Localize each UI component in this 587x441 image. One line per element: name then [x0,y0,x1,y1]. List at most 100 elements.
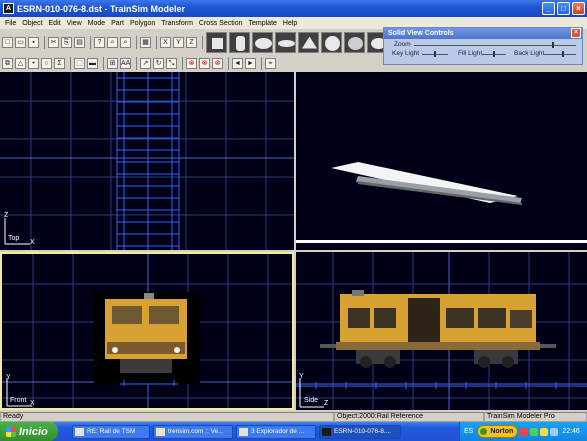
side-axis-h-label: Z [324,400,329,407]
select-polygon-icon[interactable]: ⧉ [2,58,13,69]
menu-object[interactable]: Object [19,20,45,27]
box-shape-icon[interactable] [206,31,227,53]
language-indicator[interactable]: ES [464,428,473,435]
fill-light-thumb[interactable] [493,51,495,57]
menu-file[interactable]: File [2,20,19,27]
viewport-solid[interactable] [296,72,587,250]
paste-icon[interactable]: ▤ [74,36,85,48]
sphere-shape-icon[interactable] [321,31,342,53]
menu-help[interactable]: Help [280,20,300,27]
window-title: ESRN-010-076-8.dst - TrainSim Modeler [17,3,186,14]
grid-icon[interactable]: ▦ [140,36,151,48]
back-light-slider[interactable] [544,54,576,55]
toolbar-separator [90,35,91,49]
dome-shape-icon[interactable] [344,31,365,53]
zoom-label: Zoom [394,41,411,48]
task-item-explorer[interactable]: 3 Explorador de ... [236,424,316,439]
task-item-email[interactable]: RE: Rail de TSM [72,424,150,439]
tray-network-icon[interactable] [530,427,539,436]
circle-icon[interactable]: ○ [41,58,52,69]
status-object: Object:2000:Rail Reference [334,412,484,422]
front-axis-v-label: Y [6,374,11,381]
taskbar: Inicio RE: Rail de TSM trensim.com :: Ve… [0,422,587,441]
top-view-canvas [0,72,294,250]
cone-shape-icon[interactable] [298,31,319,53]
sigma-icon[interactable]: Σ [54,58,65,69]
zoom-in-icon[interactable]: ⌕ [107,36,118,48]
toolbar-separator [182,57,183,70]
menu-view[interactable]: View [64,20,85,27]
key-light-label: Key Light [392,50,420,57]
app-icon[interactable]: A [3,3,14,14]
cut-icon[interactable]: ✂ [48,36,59,48]
aa-text-icon[interactable]: AA [120,58,131,69]
scale-icon[interactable]: ⤡ [166,58,177,69]
triangle-icon[interactable]: △ [15,58,26,69]
menu-edit[interactable]: Edit [46,20,64,27]
save-icon[interactable]: ▪ [28,36,39,48]
svc-close-button[interactable]: × [571,28,581,38]
help-icon[interactable]: ? [94,36,105,48]
status-bar: Ready Object:2000:Rail Reference TrainSi… [0,412,587,422]
new-icon[interactable]: □ [2,36,13,48]
toolbar-separator [70,57,71,70]
ellipsoid-shape-icon[interactable] [275,31,296,53]
task-item-trainsim[interactable]: ESRN-010-076-8.... [319,424,401,439]
texture-icon[interactable]: ⊞ [107,58,118,69]
menu-part[interactable]: Part [108,20,127,27]
line-icon[interactable]: ▬ [87,58,98,69]
copy-icon[interactable]: ⎘ [61,36,72,48]
menu-polygon[interactable]: Polygon [127,20,158,27]
cylinder-shape-icon[interactable] [229,31,250,53]
delete-poly-icon[interactable]: ⊗ [199,58,210,69]
menu-template[interactable]: Template [246,20,280,27]
prev-icon[interactable]: ◄ [232,58,243,69]
toolbar-separator [202,35,203,49]
key-light-thumb[interactable] [434,51,436,57]
delete-point-icon[interactable]: ⊗ [212,58,223,69]
viewport-front[interactable]: Y X Front [0,252,294,410]
mirror-x-icon[interactable]: X [160,36,171,48]
task-item-browser[interactable]: trensim.com :: Ve... [153,424,233,439]
open-icon[interactable]: ▭ [15,36,26,48]
folder-icon [239,427,248,436]
toolbar-separator [103,57,104,70]
zoom-out-icon[interactable]: ⌕ [120,36,131,48]
svc-title: Solid View Controls [388,30,454,37]
mirror-z-icon[interactable]: Z [186,36,197,48]
start-button[interactable]: Inicio [0,422,58,441]
viewport-front-label: Front [10,397,27,404]
minimize-button[interactable]: _ [542,2,555,15]
title-bar[interactable]: A ESRN-010-076-8.dst - TrainSim Modeler … [0,0,587,17]
menu-mode[interactable]: Mode [85,20,109,27]
viewport-top-label: Top [8,235,20,242]
maximize-button[interactable]: □ [557,2,570,15]
back-light-thumb[interactable] [562,51,565,57]
next-icon[interactable]: ► [245,58,256,69]
delete-part-icon[interactable]: ⊗ [186,58,197,69]
svc-title-bar[interactable]: Solid View Controls × [384,28,582,39]
tray-volume-icon[interactable] [550,427,559,436]
rotate-icon[interactable]: ↗ [140,58,151,69]
email-icon [75,427,84,436]
tray-security-icon[interactable] [520,427,529,436]
norton-button[interactable]: Norton [477,425,519,438]
lights-row: Key Light Fill Light Back Light [384,48,582,61]
mirror-y-icon[interactable]: Y [173,36,184,48]
rect-select-icon[interactable]: ⬚ [74,58,85,69]
binoculars-icon[interactable]: ⌖ [265,58,276,69]
viewport-side[interactable]: Y Z Side [296,252,587,410]
disc-shape-icon[interactable] [252,31,273,53]
point-icon[interactable]: • [28,58,39,69]
menu-transform[interactable]: Transform [158,20,196,27]
menu-cross-section[interactable]: Cross Section [196,20,246,27]
reverse-icon[interactable]: ↻ [153,58,164,69]
task-label: trensim.com :: Ve... [168,427,224,435]
toolbar-separator [156,35,157,49]
tray-update-icon[interactable] [540,427,549,436]
front-axis-h-label: X [30,400,35,407]
close-button[interactable]: × [572,2,585,15]
system-tray: ES Norton 22:46 [459,422,587,441]
viewport-side-label: Side [304,397,319,404]
viewport-top[interactable]: Z X Top [0,72,294,250]
